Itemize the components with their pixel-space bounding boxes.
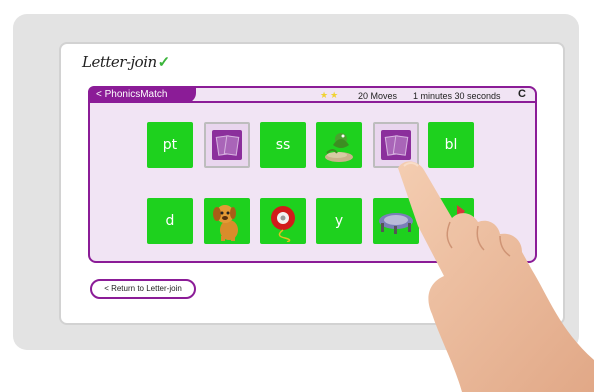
card-trampoline-image[interactable] (373, 198, 419, 244)
card-yoyo-image[interactable] (260, 198, 306, 244)
trampoline-icon (379, 213, 413, 234)
card-back-icon (381, 130, 411, 160)
card-back-icon (212, 130, 242, 160)
card-label: ss (275, 137, 291, 153)
partially-hidden-card-icon (457, 205, 465, 223)
restart-icon[interactable]: C (518, 88, 526, 100)
card-label: y (334, 213, 344, 229)
logo-tick-icon: ✓ (157, 53, 171, 71)
card-bl[interactable]: bl (428, 122, 474, 168)
card-face-down[interactable] (373, 122, 419, 168)
card-d[interactable]: d (147, 198, 193, 244)
dog-icon (213, 205, 238, 241)
card-face-down[interactable] (204, 122, 250, 168)
card-partially-hidden[interactable] (428, 198, 474, 244)
stars-rating: ★★ (320, 90, 341, 100)
card-frog-image[interactable] (316, 122, 362, 168)
letter-join-logo: Letter-join✓ (82, 53, 170, 71)
card-dog-image[interactable] (204, 198, 250, 244)
return-to-letter-join-button[interactable]: < Return to Letter-join (90, 279, 196, 299)
card-y[interactable]: y (316, 198, 362, 244)
card-pt[interactable]: pt (147, 122, 193, 168)
moves-counter: 20 Moves (358, 91, 398, 101)
game-timer: 1 minutes 30 seconds (413, 91, 501, 101)
logo-text: Letter-join (82, 53, 157, 71)
card-ss[interactable]: ss (260, 122, 306, 168)
card-label: bl (444, 137, 458, 153)
back-to-phonicsmatch-button[interactable]: < PhonicsMatch (88, 86, 196, 103)
card-label: pt (162, 137, 178, 153)
yoyo-icon (271, 206, 295, 242)
card-label: d (165, 213, 175, 229)
frog-lily-pad-icon (325, 133, 353, 162)
